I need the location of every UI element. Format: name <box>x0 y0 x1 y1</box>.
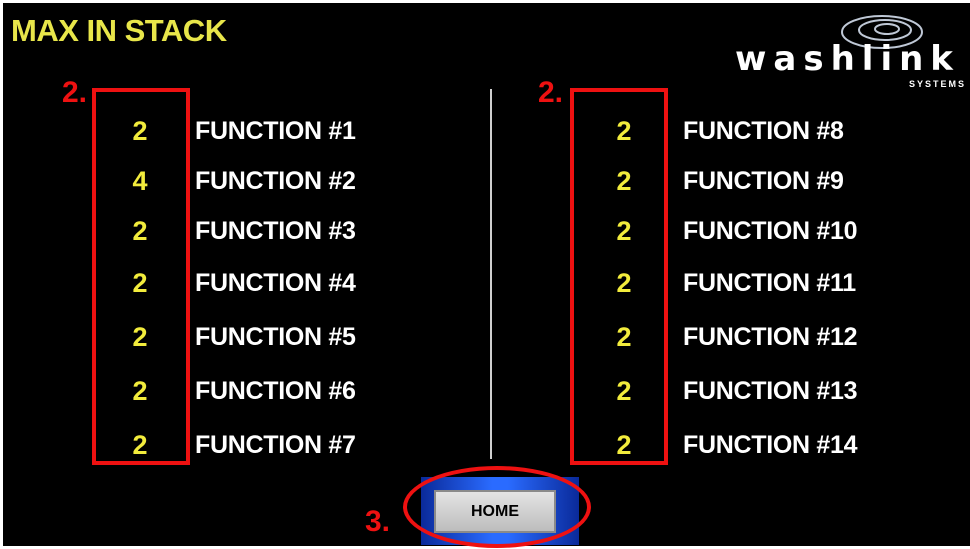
function-label-14: FUNCTION #14 <box>683 431 858 459</box>
function-row-13: 2 FUNCTION #13 <box>493 373 970 423</box>
page-title: MAX IN STACK <box>11 13 227 48</box>
column-divider <box>490 89 492 459</box>
annotation-marker-right: 2. <box>538 76 564 109</box>
function-label-4: FUNCTION #4 <box>195 269 356 297</box>
function-label-7: FUNCTION #7 <box>195 431 356 459</box>
function-label-5: FUNCTION #5 <box>195 323 356 351</box>
annotation-marker-home: 3. <box>365 505 391 538</box>
function-row-3: 2 FUNCTION #3 <box>3 213 483 263</box>
function-row-6: 2 FUNCTION #6 <box>3 373 483 423</box>
function-label-10: FUNCTION #10 <box>683 217 858 245</box>
function-label-12: FUNCTION #12 <box>683 323 858 351</box>
function-label-2: FUNCTION #2 <box>195 167 356 195</box>
function-row-7: 2 FUNCTION #7 <box>3 427 483 477</box>
function-row-4: 2 FUNCTION #4 <box>3 265 483 315</box>
logo-subtitle: SYSTEMS <box>909 79 967 89</box>
function-label-1: FUNCTION #1 <box>195 117 356 145</box>
function-row-11: 2 FUNCTION #11 <box>493 265 970 315</box>
function-row-1: 2 FUNCTION #1 <box>3 113 483 163</box>
function-label-3: FUNCTION #3 <box>195 217 356 245</box>
function-row-8: 2 FUNCTION #8 <box>493 113 970 163</box>
function-row-5: 2 FUNCTION #5 <box>3 319 483 369</box>
function-row-14: 2 FUNCTION #14 <box>493 427 970 477</box>
annotation-box-right <box>570 88 668 465</box>
function-label-11: FUNCTION #11 <box>683 269 856 297</box>
annotation-box-left <box>92 88 190 465</box>
washlink-logo: washlink SYSTEMS <box>733 9 970 89</box>
logo-wordmark: washlink <box>735 39 960 79</box>
function-row-2: 4 FUNCTION #2 <box>3 163 483 213</box>
function-label-9: FUNCTION #9 <box>683 167 844 195</box>
function-row-10: 2 FUNCTION #10 <box>493 213 970 263</box>
function-label-6: FUNCTION #6 <box>195 377 356 405</box>
annotation-ellipse-home <box>403 466 591 548</box>
function-label-13: FUNCTION #13 <box>683 377 858 405</box>
function-row-9: 2 FUNCTION #9 <box>493 163 970 213</box>
function-label-8: FUNCTION #8 <box>683 117 844 145</box>
annotation-marker-left: 2. <box>62 76 88 109</box>
function-row-12: 2 FUNCTION #12 <box>493 319 970 369</box>
